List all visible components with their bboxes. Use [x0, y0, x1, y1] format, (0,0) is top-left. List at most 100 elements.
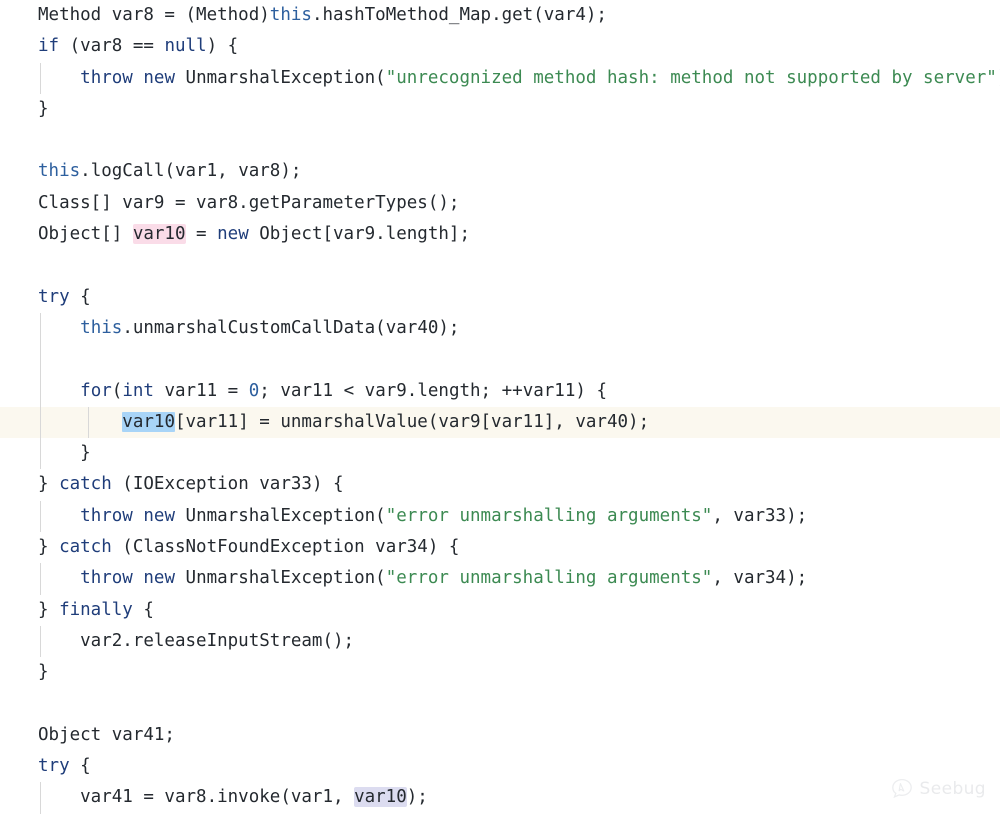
indent-guide [40, 62, 41, 94]
code-token: "error unmarshalling arguments" [385, 568, 713, 589]
code-token: } [38, 443, 91, 464]
code-token: ; var11 < var9.length; ++var11) { [259, 380, 607, 401]
code-token: UnmarshalException( [175, 568, 386, 589]
code-line[interactable]: for(int var11 = 0; var11 < var9.length; … [0, 375, 1000, 407]
code-viewer[interactable]: Method var8 = (Method)this.hashToMethod_… [0, 0, 1000, 815]
code-token: , var34); [712, 568, 808, 589]
code-line-list: Method var8 = (Method)this.hashToMethod_… [0, 0, 1000, 814]
code-token: new [143, 568, 175, 589]
code-token: var11 = [153, 380, 249, 401]
code-line[interactable] [0, 250, 1000, 281]
code-line[interactable] [0, 125, 1000, 156]
indent-guide [40, 563, 41, 595]
code-token: "error unmarshalling arguments" [385, 505, 713, 526]
code-token: this [38, 161, 81, 182]
code-token: (IOException var33) { [111, 474, 344, 495]
code-line[interactable]: if (var8 == null) { [0, 31, 1000, 62]
code-line[interactable]: try { [0, 282, 1000, 313]
code-token: } [38, 599, 60, 620]
code-token: { [69, 756, 91, 777]
code-line[interactable]: Method var8 = (Method)this.hashToMethod_… [0, 0, 1000, 31]
code-line[interactable]: } finally { [0, 595, 1000, 626]
code-line[interactable]: } catch (ClassNotFoundException var34) { [0, 532, 1000, 563]
code-token: [var11] = unmarshalValue(var9[var11], va… [174, 411, 650, 432]
code-token: } [38, 98, 49, 119]
code-token: } [38, 474, 60, 495]
code-token: 0 [248, 380, 260, 401]
indent-guide [40, 500, 41, 533]
indent-guide [40, 312, 41, 345]
code-token: null [164, 36, 207, 57]
code-token: this [80, 317, 123, 338]
code-token: .logCall(var1, var8); [80, 161, 302, 182]
code-token: } [38, 537, 60, 558]
code-token: if [38, 36, 60, 57]
code-line[interactable]: } [0, 657, 1000, 688]
code-token: int [122, 380, 154, 401]
code-line[interactable]: Class[] var9 = var8.getParameterTypes(); [0, 188, 1000, 219]
code-line[interactable]: throw new UnmarshalException("error unma… [0, 500, 1000, 533]
code-line[interactable]: Object[] var10 = new Object[var9.length]… [0, 219, 1000, 250]
code-line[interactable]: throw new UnmarshalException("unrecogniz… [0, 62, 1000, 94]
code-token: "unrecognized method hash: method not su… [385, 67, 997, 88]
code-token: = [185, 224, 218, 245]
code-line[interactable]: var10[var11] = unmarshalValue(var9[var11… [0, 406, 1000, 439]
indent-guide [40, 438, 41, 470]
code-line[interactable] [0, 344, 1000, 376]
code-token: Object[] [38, 224, 133, 245]
code-token: new [217, 224, 249, 245]
code-line[interactable]: } catch (IOException var33) { [0, 469, 1000, 500]
code-token: (var8 == [59, 36, 165, 57]
indent-guide [40, 782, 41, 814]
code-line[interactable]: try { [0, 751, 1000, 782]
code-line[interactable]: } [0, 438, 1000, 470]
code-line[interactable]: throw new UnmarshalException("error unma… [0, 563, 1000, 595]
code-line[interactable]: this.unmarshalCustomCallData(var40); [0, 312, 1000, 345]
code-token: , var33); [712, 505, 808, 526]
code-token: catch [59, 474, 112, 495]
indent-guide [40, 344, 41, 376]
code-token: (ClassNotFoundException var34) { [111, 537, 460, 558]
code-token: { [69, 286, 91, 307]
code-token: var2.releaseInputStream(); [38, 630, 355, 651]
code-line[interactable]: Object var41; [0, 720, 1000, 751]
indent-guide [40, 406, 41, 439]
code-token: UnmarshalException( [175, 67, 386, 88]
code-token: new [143, 67, 175, 88]
code-token: Class[] var9 = var8.getParameterTypes(); [38, 192, 460, 213]
code-token: .hashToMethod_Map.get(var4); [311, 5, 607, 25]
code-token: throw [80, 67, 133, 88]
code-line[interactable]: this.logCall(var1, var8); [0, 156, 1000, 187]
code-token: Object[var9.length]; [248, 224, 470, 245]
code-line[interactable]: } [0, 94, 1000, 125]
code-line[interactable]: var41 = var8.invoke(var1, var10); [0, 782, 1000, 814]
highlighted-token[interactable]: var10 [132, 224, 186, 245]
code-token: new [143, 505, 175, 526]
code-token: var41 = var8.invoke(var1, [38, 787, 355, 808]
code-line[interactable] [0, 689, 1000, 720]
code-token: for [80, 380, 112, 401]
code-token: ) { [206, 36, 239, 57]
code-token: throw [80, 505, 133, 526]
code-token: finally [59, 599, 133, 620]
highlighted-token[interactable]: var10 [122, 411, 175, 432]
code-token: ( [111, 380, 123, 401]
code-token: try [38, 286, 70, 307]
code-line[interactable]: var2.releaseInputStream(); [0, 625, 1000, 658]
code-token: Object var41; [38, 724, 175, 745]
indent-guide [40, 375, 41, 407]
indent-guide [40, 625, 41, 658]
code-token: ); [406, 787, 428, 808]
highlighted-token[interactable]: var10 [354, 787, 407, 808]
code-token: UnmarshalException( [175, 505, 386, 526]
code-token: try [38, 756, 70, 777]
